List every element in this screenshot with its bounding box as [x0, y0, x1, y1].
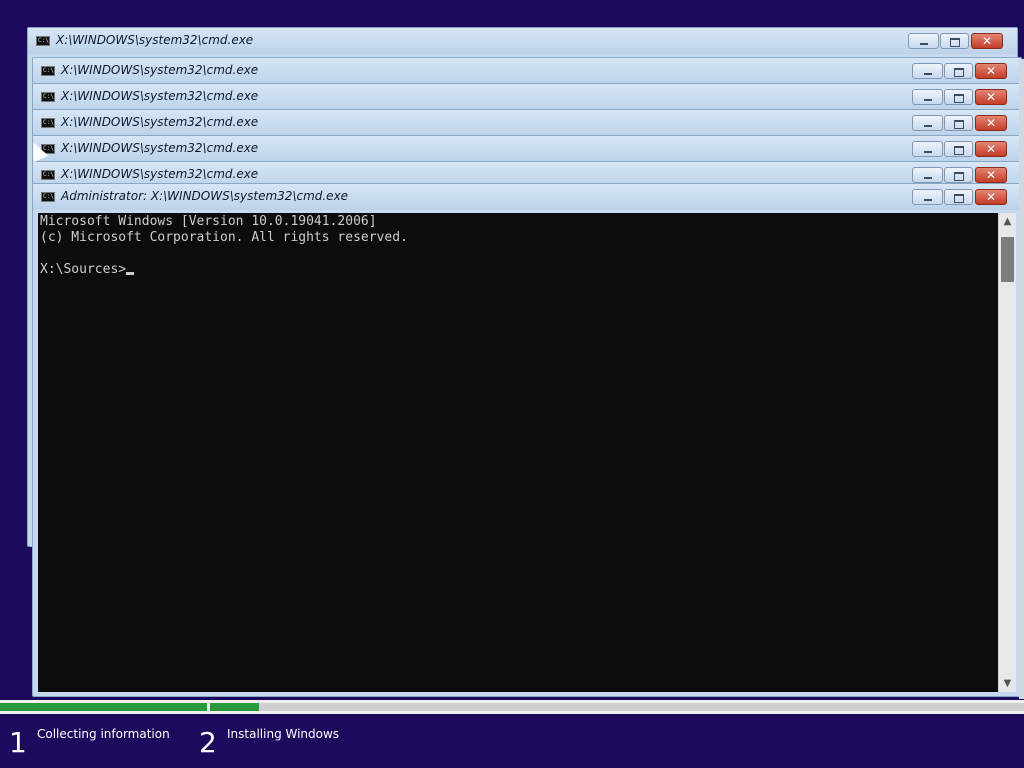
maximize-button[interactable] [944, 167, 973, 183]
window-title: X:\WINDOWS\system32\cmd.exe [61, 167, 259, 181]
step-number: 1 [9, 726, 27, 759]
close-icon: ✕ [985, 64, 997, 78]
cmd-icon: C:\ [41, 92, 55, 102]
window-title: X:\WINDOWS\system32\cmd.exe [61, 63, 259, 77]
close-button[interactable]: ✕ [975, 167, 1007, 183]
close-button[interactable]: ✕ [975, 63, 1007, 79]
minimize-button[interactable] [912, 89, 943, 105]
admin-cmd-window[interactable]: C:\ Administrator: X:\WINDOWS\system32\c… [32, 183, 1022, 697]
window-edge [1019, 59, 1024, 699]
progress-fill-2 [210, 703, 259, 711]
cmd-icon: C:\ [41, 66, 55, 76]
minimize-button[interactable] [912, 167, 943, 183]
window-title: X:\WINDOWS\system32\cmd.exe [61, 141, 259, 155]
close-icon: ✕ [981, 34, 993, 48]
step-label: Installing Windows [227, 727, 340, 741]
maximize-button[interactable] [940, 33, 969, 49]
title-bar[interactable]: C:\ X:\WINDOWS\system32\cmd.exe ✕ [33, 136, 1021, 162]
close-icon: ✕ [985, 142, 997, 156]
close-icon: ✕ [985, 190, 997, 204]
close-icon: ✕ [985, 90, 997, 104]
prompt-text: X:\Sources> [40, 262, 127, 277]
window-title: Administrator: X:\WINDOWS\system32\cmd.e… [61, 189, 349, 203]
console-line: ​ [40, 246, 996, 262]
window-title: X:\WINDOWS\system32\cmd.exe [61, 115, 259, 129]
minimize-button[interactable] [908, 33, 939, 49]
maximize-button[interactable] [944, 115, 973, 131]
maximize-button[interactable] [944, 189, 973, 205]
progress-fill-1 [0, 703, 207, 711]
minimize-button[interactable] [912, 115, 943, 131]
minimize-button[interactable] [912, 63, 943, 79]
step-label: Collecting information [37, 727, 170, 741]
console-line: (c) Microsoft Corporation. All rights re… [40, 230, 408, 245]
console-output[interactable]: Microsoft Windows [Version 10.0.19041.20… [38, 213, 998, 692]
close-button[interactable]: ✕ [971, 33, 1003, 49]
scroll-up-icon[interactable]: ▲ [999, 213, 1016, 230]
command-prompt[interactable]: X:\Sources> [40, 262, 996, 278]
close-button[interactable]: ✕ [975, 115, 1007, 131]
vertical-scrollbar[interactable]: ▲ ▼ [999, 213, 1016, 692]
maximize-button[interactable] [944, 63, 973, 79]
title-bar[interactable]: C:\ X:\WINDOWS\system32\cmd.exe ✕ [33, 110, 1021, 136]
cmd-icon: C:\ [36, 36, 50, 46]
minimize-button[interactable] [912, 189, 943, 205]
title-bar[interactable]: C:\ X:\WINDOWS\system32\cmd.exe ✕ [33, 84, 1021, 110]
console-line: Microsoft Windows [Version 10.0.19041.20… [40, 214, 377, 229]
close-button[interactable]: ✕ [975, 189, 1007, 205]
title-bar[interactable]: C:\ X:\WINDOWS\system32\cmd.exe ✕ [33, 58, 1021, 84]
progress-segment-1 [0, 703, 207, 711]
step-number: 2 [199, 726, 217, 759]
title-bar[interactable]: C:\ X:\WINDOWS\system32\cmd.exe ✕ [28, 28, 1017, 54]
maximize-button[interactable] [944, 141, 973, 157]
maximize-button[interactable] [944, 89, 973, 105]
minimize-button[interactable] [912, 141, 943, 157]
window-title: X:\WINDOWS\system32\cmd.exe [56, 33, 254, 47]
close-icon: ✕ [985, 116, 997, 130]
close-button[interactable]: ✕ [975, 89, 1007, 105]
close-button[interactable]: ✕ [975, 141, 1007, 157]
progress-segment-2 [210, 703, 1024, 711]
title-bar[interactable]: C:\ Administrator: X:\WINDOWS\system32\c… [33, 184, 1021, 210]
cmd-icon: C:\ [41, 118, 55, 128]
scroll-down-icon[interactable]: ▼ [999, 675, 1016, 692]
cmd-icon: C:\ [41, 170, 55, 180]
setup-progress-bar [0, 700, 1024, 714]
scroll-thumb[interactable] [1001, 237, 1014, 282]
text-cursor [126, 272, 135, 275]
close-icon: ✕ [985, 168, 997, 182]
cmd-icon: C:\ [41, 192, 55, 202]
window-title: X:\WINDOWS\system32\cmd.exe [61, 89, 259, 103]
